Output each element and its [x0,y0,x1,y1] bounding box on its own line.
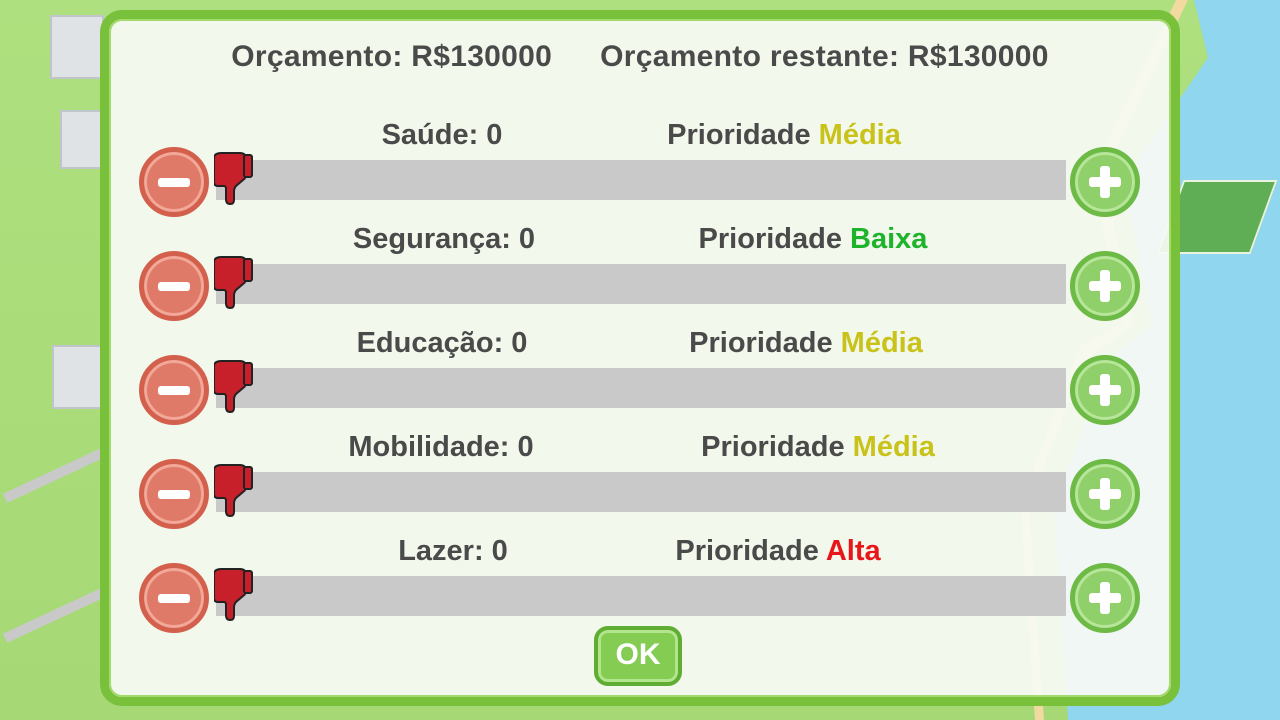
priority-value: Média [840,327,923,359]
priority-value: Média [818,119,901,151]
allocation-bar [216,472,1066,512]
thumbs-down-icon [214,568,253,621]
remaining-budget-label: Orçamento restante: R$130000 [600,40,1049,73]
thumbs-down-icon [214,256,253,309]
priority-value: Média [852,431,935,463]
allocation-bar [216,264,1066,304]
thumbs-down-icon [214,152,253,205]
priority-prefix: Prioridade [698,223,842,255]
allocation-bar [216,160,1066,200]
priority-prefix: Prioridade [701,431,845,463]
category-row-saude: Saúde: 0 Prioridade Média [0,115,1280,219]
decrease-button[interactable] [139,251,209,321]
minus-icon [158,594,190,603]
priority-prefix: Prioridade [667,119,811,151]
category-row-lazer: Lazer: 0 Prioridade Alta [0,531,1280,635]
decrease-button[interactable] [139,563,209,633]
minus-icon [158,282,190,291]
decrease-button[interactable] [139,147,209,217]
increase-button[interactable] [1070,459,1140,529]
ok-button[interactable]: OK [594,626,682,686]
priority-prefix: Prioridade [675,535,819,567]
increase-button[interactable] [1070,355,1140,425]
increase-button[interactable] [1070,147,1140,217]
thumbs-down-icon [214,464,253,517]
category-row-seguranca: Segurança: 0 Prioridade Baixa [0,219,1280,323]
minus-icon [158,178,190,187]
increase-button[interactable] [1070,563,1140,633]
total-budget-label: Orçamento: R$130000 [231,40,553,73]
budget-header: Orçamento: R$130000 Orçamento restante: … [0,40,1280,88]
increase-button[interactable] [1070,251,1140,321]
priority-prefix: Prioridade [689,327,833,359]
allocation-bar [216,576,1066,616]
priority-value: Alta [825,535,881,567]
minus-icon [158,386,190,395]
category-row-educacao: Educação: 0 Prioridade Média [0,323,1280,427]
category-row-mobilidade: Mobilidade: 0 Prioridade Média [0,427,1280,531]
thumbs-down-icon [214,360,253,413]
priority-value: Baixa [850,223,928,255]
allocation-bar [216,368,1066,408]
decrease-button[interactable] [139,459,209,529]
minus-icon [158,490,190,499]
decrease-button[interactable] [139,355,209,425]
